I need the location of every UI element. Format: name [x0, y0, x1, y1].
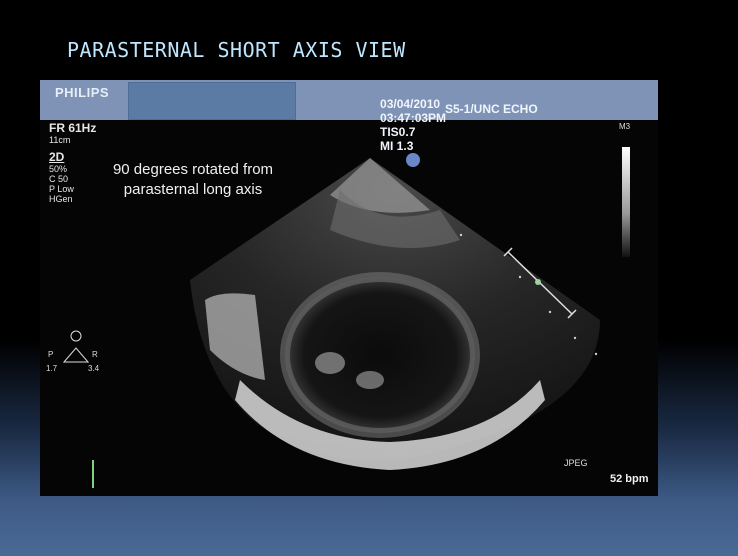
- ultrasound-image: PHILIPS 03/04/2010 03:47:03PM TIS0.7 MI …: [40, 80, 658, 496]
- probe-label: S5-1/UNC ECHO: [445, 102, 538, 116]
- brand-logo: PHILIPS: [55, 85, 110, 100]
- orientation-triangle-icon: [62, 330, 90, 363]
- tis-value: TIS0.7: [380, 125, 416, 139]
- exam-date: 03/04/2010: [380, 97, 441, 111]
- patient-info-box: [128, 82, 296, 120]
- frame-rate: FR 61Hz: [49, 121, 97, 135]
- orient-left-value: 1.7: [46, 364, 58, 373]
- orientation-marker: P R 1.7 3.4: [46, 328, 106, 378]
- heart-rate: 52 bpm: [610, 473, 649, 485]
- ultrasound-header: PHILIPS 03/04/2010 03:47:03PM TIS0.7 MI …: [40, 80, 658, 153]
- depth: 11cm: [49, 135, 71, 145]
- ecg-marker: [92, 460, 94, 488]
- mi-value: MI 1.3: [380, 139, 414, 153]
- exam-datetime: 03/04/2010 03:47:03PM TIS0.7 MI 1.3: [360, 83, 453, 167]
- exam-time: 03:47:03PM: [380, 111, 447, 125]
- rotation-annotation: 90 degrees rotated from parasternal long…: [112, 161, 274, 198]
- orient-right-value: 3.4: [88, 364, 100, 373]
- scale-label: M3: [619, 122, 631, 131]
- orient-right-label: R: [92, 350, 98, 359]
- orient-left-label: P: [48, 350, 54, 359]
- echo-scan-sector: [190, 153, 600, 470]
- format-label: JPEG: [564, 458, 588, 468]
- grayscale-bar: [622, 147, 630, 257]
- slide-title: PARASTERNAL SHORT AXIS VIEW: [67, 38, 406, 62]
